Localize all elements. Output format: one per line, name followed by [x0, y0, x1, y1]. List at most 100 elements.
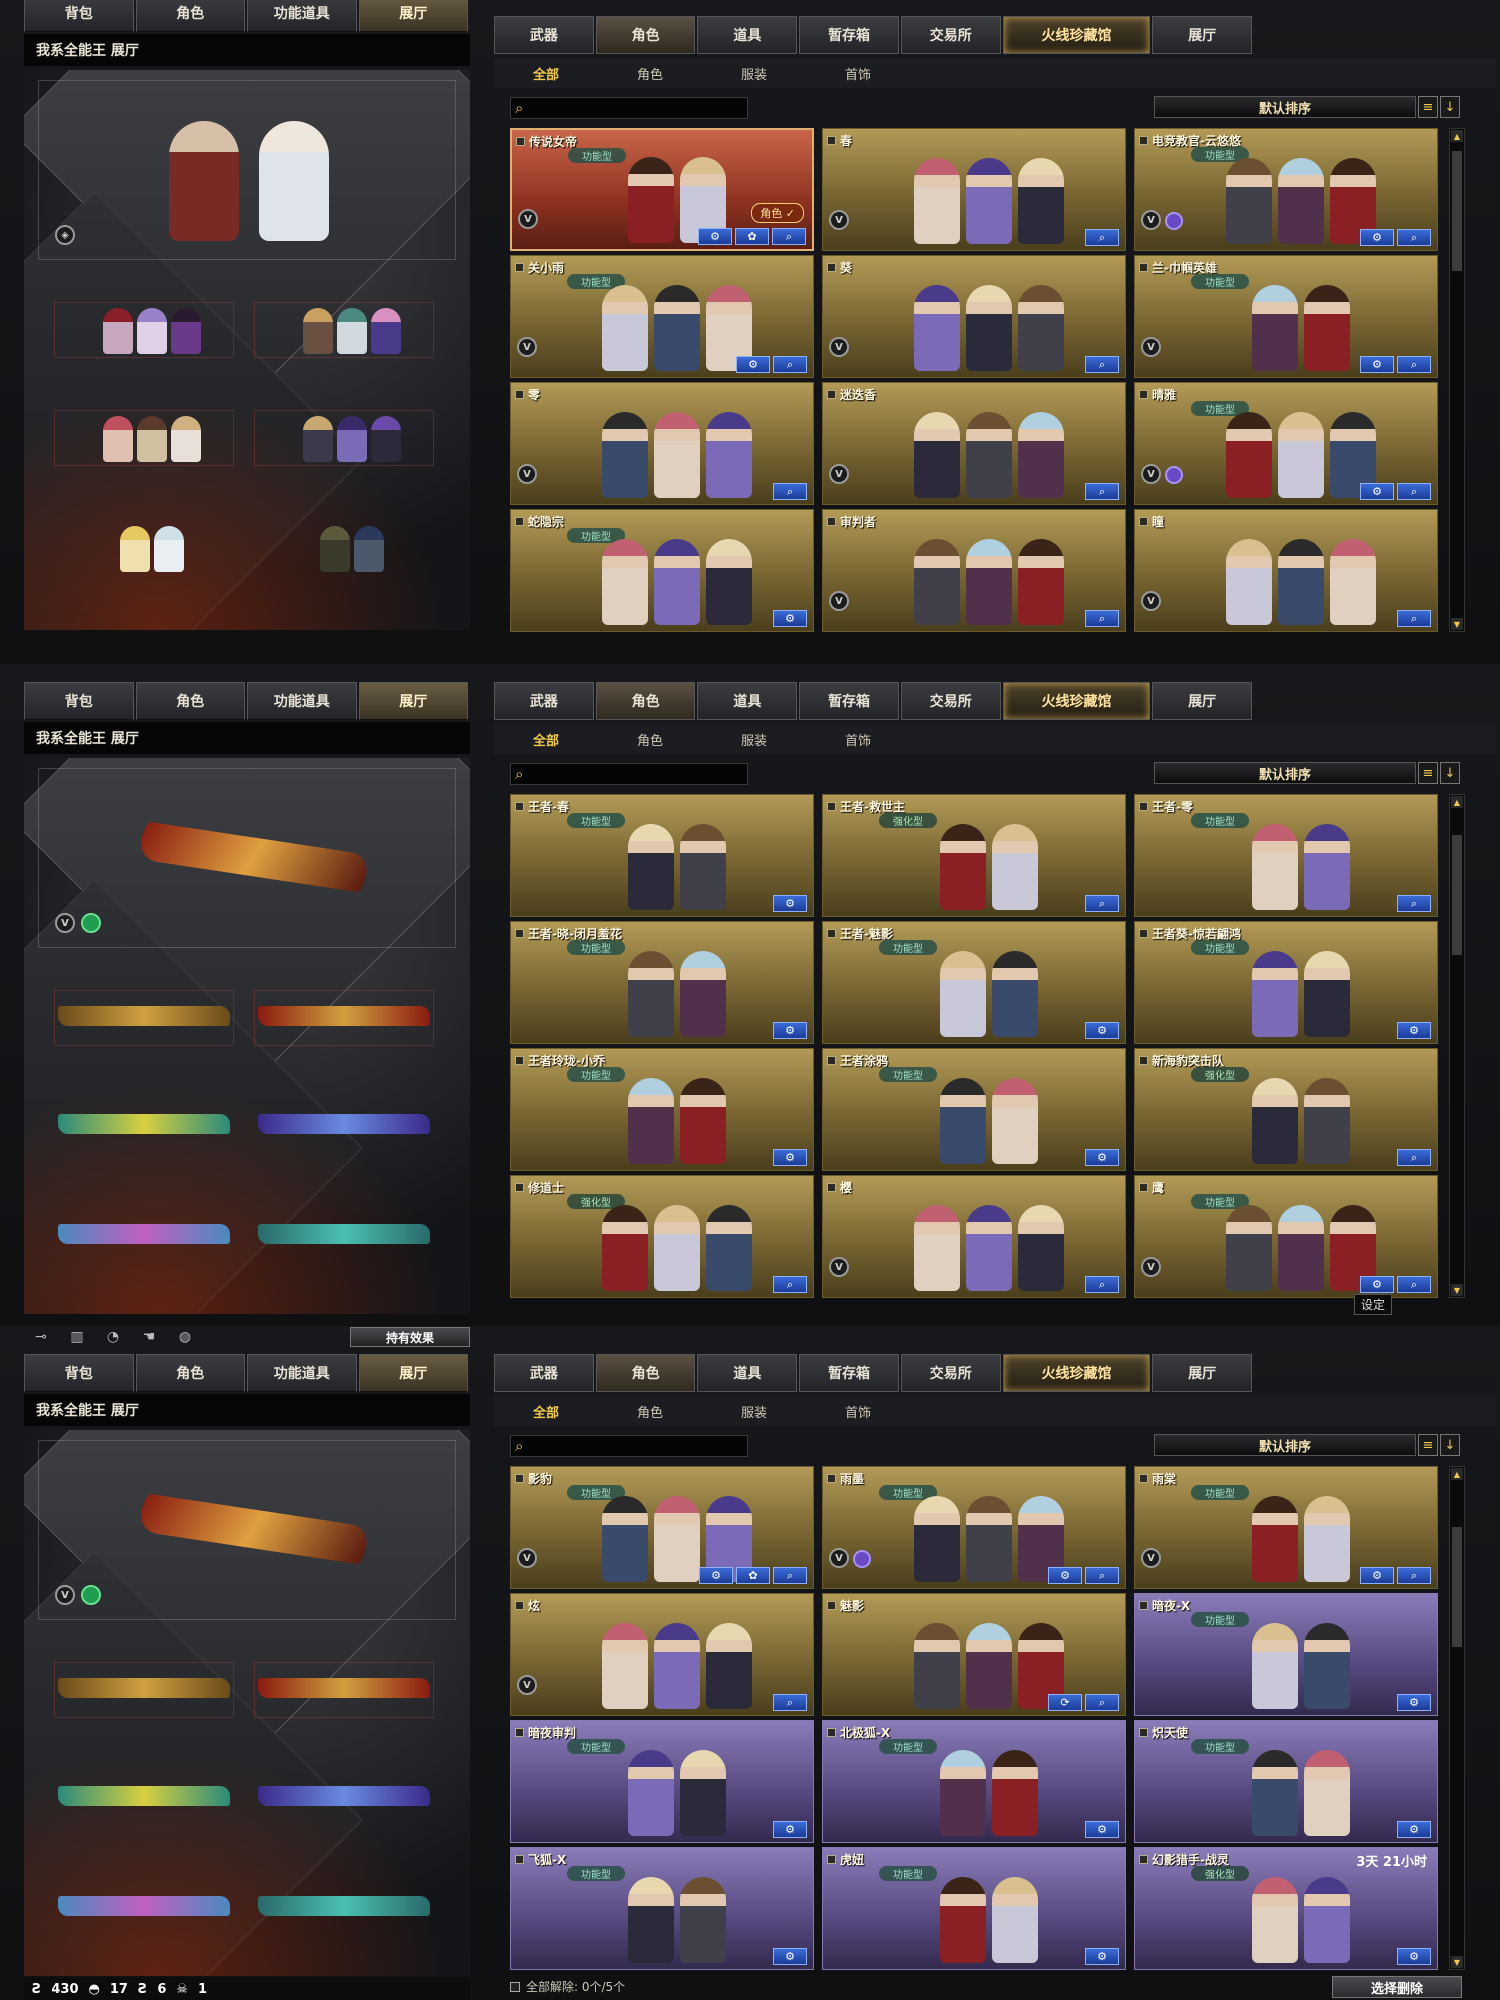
- set-action-icon[interactable]: ⚙: [773, 610, 807, 627]
- role-equipped-badge[interactable]: 角色 ✓: [751, 203, 804, 223]
- tab-showroom[interactable]: 展厅: [1152, 1354, 1253, 1392]
- character-card[interactable]: 暗夜审判 功能型 ⚙: [510, 1720, 814, 1843]
- sort-dropdown[interactable]: 默认排序: [1154, 1434, 1416, 1456]
- sort-direction-icon[interactable]: ↓: [1440, 1434, 1460, 1456]
- showcase-slot[interactable]: [54, 1770, 234, 1826]
- character-card[interactable]: 幻影猎手-战灵 强化型 3天 21小时 ⚙: [1134, 1847, 1438, 1970]
- showcase-slot[interactable]: [254, 302, 434, 358]
- search-action-icon[interactable]: ⌕: [1397, 895, 1431, 912]
- tab-character[interactable]: 角色: [135, 1354, 245, 1392]
- search-action-icon[interactable]: ⌕: [1397, 229, 1431, 246]
- sort-direction-icon[interactable]: ↓: [1440, 96, 1460, 118]
- tab-showroom[interactable]: 展厅: [358, 682, 468, 720]
- subtab-character[interactable]: 角色: [598, 1396, 702, 1426]
- scroll-down-icon[interactable]: ▼: [1451, 618, 1463, 630]
- subtab-all[interactable]: 全部: [494, 58, 598, 88]
- character-card[interactable]: 王者-晓-闭月羞花 功能型 ⚙: [510, 921, 814, 1044]
- tab-exchange[interactable]: 交易所: [900, 16, 1001, 54]
- tab-showroom[interactable]: 展厅: [1152, 16, 1253, 54]
- set-action-icon[interactable]: ⚙: [1360, 229, 1394, 246]
- set-action-icon[interactable]: ⚙: [773, 1821, 807, 1838]
- set-action-icon[interactable]: ⚙: [773, 895, 807, 912]
- set-action-icon[interactable]: ⚙: [1360, 356, 1394, 373]
- set-action-icon[interactable]: ⚙: [1085, 1948, 1119, 1965]
- tab-showroom[interactable]: 展厅: [1152, 682, 1253, 720]
- character-card[interactable]: 炽天使 功能型 ⚙: [1134, 1720, 1438, 1843]
- set-action-icon[interactable]: ⚙: [1397, 1022, 1431, 1039]
- set-action-icon[interactable]: ⚙: [1048, 1567, 1082, 1584]
- featured-slot[interactable]: V: [38, 768, 456, 948]
- search-action-icon[interactable]: ⌕: [1085, 356, 1119, 373]
- character-card[interactable]: 魅影 ⟳ ⌕: [822, 1593, 1126, 1716]
- subtab-accessory[interactable]: 首饰: [806, 724, 910, 754]
- scroll-thumb[interactable]: [1452, 835, 1462, 955]
- effects-button[interactable]: 持有效果: [350, 1327, 470, 1347]
- tab-function-items[interactable]: 功能道具: [247, 0, 357, 32]
- character-card[interactable]: 鹰功能型 V ⚙ ⌕: [1134, 1175, 1438, 1298]
- tab-character[interactable]: 角色: [595, 16, 696, 54]
- tab-backpack[interactable]: 背包: [24, 682, 134, 720]
- set-action-icon[interactable]: ⚙: [1360, 1567, 1394, 1584]
- tab-exchange[interactable]: 交易所: [900, 682, 1001, 720]
- tab-backpack[interactable]: 背包: [24, 0, 134, 32]
- set-action-icon[interactable]: ⚙: [1397, 1821, 1431, 1838]
- search-action-icon[interactable]: ⌕: [1397, 610, 1431, 627]
- egg-icon[interactable]: ◍: [172, 1328, 198, 1346]
- showcase-slot[interactable]: [254, 520, 434, 576]
- showcase-slot[interactable]: [54, 1880, 234, 1936]
- tab-collection[interactable]: 火线珍藏馆: [1002, 682, 1151, 720]
- history-icon[interactable]: ◔: [100, 1328, 126, 1346]
- scrollbar[interactable]: ▲ ▼: [1449, 794, 1465, 1298]
- set-action-icon[interactable]: ⚙: [1397, 1694, 1431, 1711]
- showcase-slot[interactable]: [54, 520, 234, 576]
- tab-weapons[interactable]: 武器: [494, 682, 594, 720]
- showcase-slot[interactable]: [254, 1770, 434, 1826]
- tab-backpack[interactable]: 背包: [24, 1354, 134, 1392]
- character-card[interactable]: 审判者 V ⌕: [822, 509, 1126, 632]
- search-input[interactable]: ⌕: [510, 763, 748, 785]
- tab-items[interactable]: 道具: [697, 16, 798, 54]
- character-card[interactable]: 王者-零 功能型 ⌕: [1134, 794, 1438, 917]
- subtab-outfit[interactable]: 服装: [702, 724, 806, 754]
- character-card[interactable]: 王者涂鸦 功能型 ⚙: [822, 1048, 1126, 1171]
- character-card[interactable]: 影豹 功能型 V ⚙ ✿ ⌕: [510, 1466, 814, 1589]
- character-card[interactable]: 瞳 V ⌕: [1134, 509, 1438, 632]
- tab-showroom[interactable]: 展厅: [358, 0, 468, 32]
- scroll-up-icon[interactable]: ▲: [1451, 796, 1463, 808]
- featured-slot[interactable]: V: [38, 1440, 456, 1620]
- tab-weapons[interactable]: 武器: [494, 16, 594, 54]
- set-action-icon[interactable]: ⚙: [736, 356, 770, 373]
- tab-collection[interactable]: 火线珍藏馆: [1002, 1354, 1151, 1392]
- tab-character[interactable]: 角色: [135, 0, 245, 32]
- showcase-slot[interactable]: [254, 990, 434, 1046]
- search-action-icon[interactable]: ⌕: [1397, 483, 1431, 500]
- stats-icon[interactable]: ▥: [64, 1328, 90, 1346]
- search-action-icon[interactable]: ⌕: [1085, 895, 1119, 912]
- list-view-icon[interactable]: ≡: [1418, 762, 1438, 784]
- subtab-accessory[interactable]: 首饰: [806, 1396, 910, 1426]
- character-card[interactable]: 修道士 强化型 ⌕: [510, 1175, 814, 1298]
- character-card[interactable]: 王者玲珑-小乔 功能型 ⚙: [510, 1048, 814, 1171]
- tab-exchange[interactable]: 交易所: [900, 1354, 1001, 1392]
- search-action-icon[interactable]: ⌕: [1085, 1694, 1119, 1711]
- scroll-up-icon[interactable]: ▲: [1451, 1468, 1463, 1480]
- search-action-icon[interactable]: ⌕: [1085, 229, 1119, 246]
- set-action-icon[interactable]: ⚙: [1360, 483, 1394, 500]
- subtab-accessory[interactable]: 首饰: [806, 58, 910, 88]
- scroll-thumb[interactable]: [1452, 1527, 1462, 1647]
- tab-storage[interactable]: 暂存箱: [799, 682, 899, 720]
- tab-character[interactable]: 角色: [595, 682, 696, 720]
- showcase-slot[interactable]: [254, 410, 434, 466]
- showcase-slot[interactable]: [254, 1662, 434, 1718]
- featured-slot[interactable]: ◈: [38, 80, 456, 260]
- search-action-icon[interactable]: ⌕: [773, 483, 807, 500]
- subtab-all[interactable]: 全部: [494, 724, 598, 754]
- tab-weapons[interactable]: 武器: [494, 1354, 594, 1392]
- character-card[interactable]: 晴雅 功能型 V ⚙ ⌕: [1134, 382, 1438, 505]
- sort-dropdown[interactable]: 默认排序: [1154, 96, 1416, 118]
- character-card[interactable]: 炫 V ⌕: [510, 1593, 814, 1716]
- showcase-slot[interactable]: [54, 990, 234, 1046]
- gear-action-icon[interactable]: ✿: [736, 1567, 770, 1584]
- character-card[interactable]: 传说女帝 功能型 V 角色 ✓ ⚙ ✿ ⌕: [510, 128, 814, 251]
- set-action-icon[interactable]: ⚙: [1085, 1022, 1119, 1039]
